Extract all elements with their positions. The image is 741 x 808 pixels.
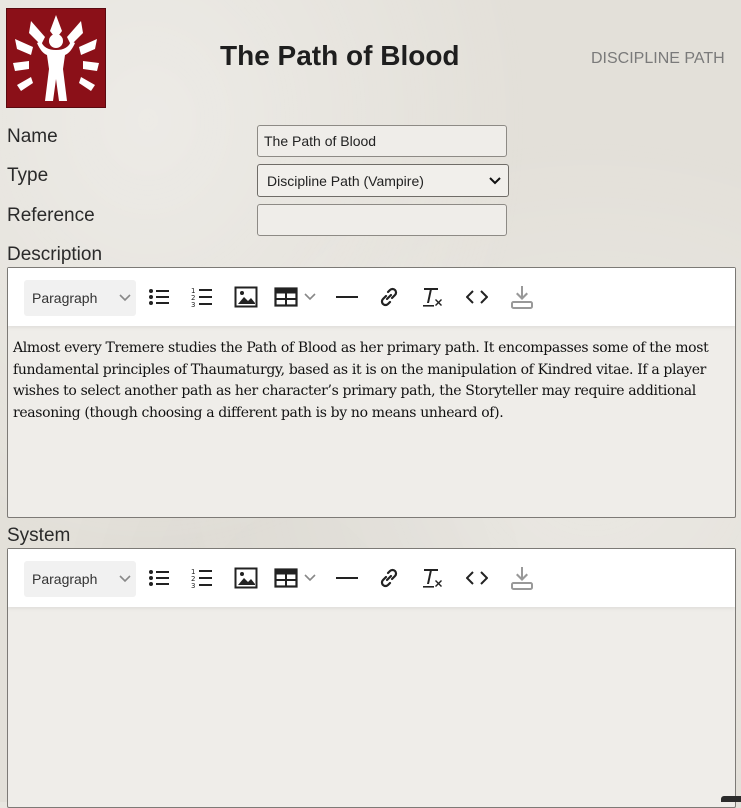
svg-text:3: 3 [191,301,195,308]
document-type-label: DISCIPLINE PATH [591,50,725,67]
description-toolbar: Paragraph 123 [8,268,735,326]
reference-input[interactable] [257,204,507,236]
system-toolbar: Paragraph 123 [8,549,735,607]
vampire-figure-flames-icon [13,15,99,101]
table-icon[interactable] [274,285,322,309]
bullet-list-icon[interactable] [147,285,171,309]
block-format-value: Paragraph [32,290,98,306]
horizontal-rule-icon[interactable] [335,566,359,590]
block-format-select[interactable]: Paragraph [24,280,136,316]
code-icon[interactable] [465,285,489,309]
image-icon[interactable] [234,285,258,309]
name-input[interactable] [257,125,507,157]
description-content[interactable]: Almost every Tremere studies the Path of… [13,338,727,424]
item-logo[interactable] [6,8,106,108]
chevron-down-icon [118,571,132,588]
link-icon[interactable] [377,566,401,590]
system-editor[interactable]: Paragraph 123 [7,548,736,808]
chevron-down-icon [482,176,508,185]
system-label: System [7,525,71,546]
type-select-value: Discipline Path (Vampire) [267,172,424,189]
reference-label: Reference [7,205,95,226]
type-label: Type [7,165,49,186]
block-format-select[interactable]: Paragraph [24,561,136,597]
download-icon[interactable] [510,285,534,309]
resize-handle[interactable] [721,796,741,802]
description-editor[interactable]: Paragraph 123 Almost every Tremere studi… [7,267,736,518]
horizontal-rule-icon[interactable] [335,285,359,309]
clear-format-icon[interactable] [420,566,444,590]
page-title: The Path of Blood [220,40,460,71]
name-label: Name [7,126,58,147]
bullet-list-icon[interactable] [147,566,171,590]
download-icon[interactable] [510,566,534,590]
numbered-list-icon[interactable]: 123 [190,566,214,590]
image-icon[interactable] [234,566,258,590]
description-label: Description [7,244,103,265]
chevron-down-icon [118,290,132,307]
clear-format-icon[interactable] [420,285,444,309]
numbered-list-icon[interactable]: 123 [190,285,214,309]
code-icon[interactable] [465,566,489,590]
type-select[interactable]: Discipline Path (Vampire) [257,164,509,197]
link-icon[interactable] [377,285,401,309]
svg-text:3: 3 [191,582,195,589]
block-format-value: Paragraph [32,571,98,587]
table-icon[interactable] [274,566,322,590]
